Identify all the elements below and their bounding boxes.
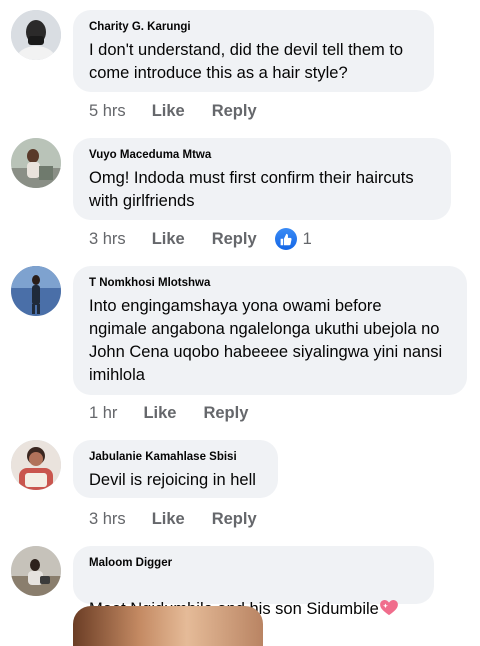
- reply-button[interactable]: Reply: [203, 404, 248, 423]
- comment-bubble: Charity G. Karungi I don't understand, d…: [73, 10, 434, 92]
- comment-bubble: T Nomkhosi Mlotshwa Into engingamshaya y…: [73, 266, 467, 395]
- comment-time[interactable]: 5 hrs: [89, 102, 126, 121]
- avatar[interactable]: [11, 546, 61, 596]
- comment-time[interactable]: 1 hr: [89, 404, 117, 423]
- comment-actions: 3 hrs Like Reply 1: [89, 227, 312, 251]
- comment-text: Into engingamshaya yona owami before ngi…: [89, 297, 443, 384]
- comment-bubble: Jabulanie Kamahlase Sbisi Devil is rejoi…: [73, 440, 278, 498]
- thumbs-up-icon: [274, 228, 297, 250]
- avatar[interactable]: [11, 138, 61, 188]
- comment-actions: 3 hrs Like Reply: [89, 507, 257, 531]
- comment-author[interactable]: T Nomkhosi Mlotshwa: [89, 276, 451, 291]
- comment-time[interactable]: 3 hrs: [89, 510, 126, 529]
- avatar[interactable]: [11, 10, 61, 60]
- comment-actions: 1 hr Like Reply: [89, 401, 248, 425]
- like-button[interactable]: Like: [152, 510, 185, 529]
- comment-author[interactable]: Maloom Digger: [89, 556, 418, 571]
- like-button[interactable]: Like: [152, 102, 185, 121]
- comment-text: Devil is rejoicing in hell: [89, 471, 256, 489]
- comment-author[interactable]: Charity G. Karungi: [89, 20, 418, 35]
- reaction-summary[interactable]: 1: [274, 228, 312, 250]
- reaction-count: 1: [302, 229, 312, 248]
- comment-time[interactable]: 3 hrs: [89, 230, 126, 249]
- reply-button[interactable]: Reply: [212, 510, 257, 529]
- like-button[interactable]: Like: [152, 230, 185, 249]
- sparkling-heart-icon: [379, 600, 398, 623]
- comment-bubble: Maloom Digger Meet Ngidumbile and his so…: [73, 546, 434, 618]
- like-button[interactable]: Like: [143, 404, 176, 423]
- comment-text: I don't understand, did the devil tell t…: [89, 41, 404, 82]
- comment-bubble: Vuyo Maceduma Mtwa Omg! Indoda must firs…: [73, 138, 451, 220]
- comment-actions: 5 hrs Like Reply: [89, 99, 257, 123]
- reply-button[interactable]: Reply: [212, 230, 257, 249]
- reply-button[interactable]: Reply: [212, 102, 257, 121]
- comment-author[interactable]: Jabulanie Kamahlase Sbisi: [89, 450, 262, 465]
- comment-text: Omg! Indoda must first confirm their hai…: [89, 169, 414, 210]
- attached-photo[interactable]: [73, 606, 263, 646]
- avatar[interactable]: [11, 266, 61, 316]
- avatar[interactable]: [11, 440, 61, 490]
- comment-author[interactable]: Vuyo Maceduma Mtwa: [89, 148, 435, 163]
